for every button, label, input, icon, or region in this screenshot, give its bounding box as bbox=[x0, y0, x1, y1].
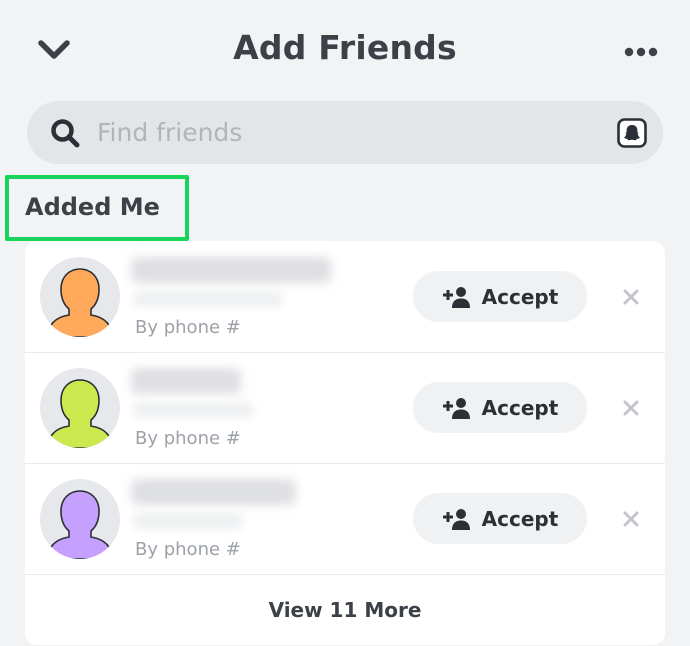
search-bar bbox=[27, 101, 663, 164]
blurred-username bbox=[133, 513, 243, 529]
request-source: By phone # bbox=[135, 317, 241, 338]
section-title: Added Me bbox=[25, 193, 160, 221]
more-horizontal-icon bbox=[624, 47, 658, 57]
blurred-display-name bbox=[131, 368, 241, 394]
blurred-username bbox=[133, 291, 283, 307]
accept-label: Accept bbox=[481, 395, 559, 420]
accept-label: Accept bbox=[481, 506, 559, 531]
blurred-display-name bbox=[131, 257, 331, 283]
add-friend-icon bbox=[442, 507, 472, 531]
friend-request-row: By phone # Accept bbox=[25, 463, 665, 575]
dismiss-button[interactable] bbox=[619, 396, 643, 420]
friend-request-row: By phone # Accept bbox=[25, 352, 665, 464]
add-friend-icon bbox=[442, 396, 472, 420]
avatar bbox=[40, 257, 120, 337]
blurred-display-name bbox=[131, 479, 296, 505]
close-icon bbox=[623, 400, 639, 416]
snapcode-button[interactable] bbox=[615, 116, 649, 150]
search-icon bbox=[47, 115, 83, 151]
accept-button[interactable]: Accept bbox=[413, 382, 587, 433]
page-title: Add Friends bbox=[233, 28, 457, 67]
header: Add Friends bbox=[0, 0, 690, 100]
request-source: By phone # bbox=[135, 428, 241, 449]
view-more-button[interactable]: View 11 More bbox=[25, 574, 665, 645]
request-source: By phone # bbox=[135, 539, 241, 560]
friend-request-row: By phone # Accept bbox=[25, 241, 665, 353]
accept-button[interactable]: Accept bbox=[413, 271, 587, 322]
add-friend-icon bbox=[442, 285, 472, 309]
avatar bbox=[40, 368, 120, 448]
search-input[interactable] bbox=[95, 117, 615, 148]
accept-label: Accept bbox=[481, 284, 559, 309]
close-icon bbox=[623, 289, 639, 305]
avatar bbox=[40, 479, 120, 559]
add-friends-screen: Add Friends Added Me bbox=[0, 0, 690, 646]
snapcode-icon bbox=[617, 117, 647, 148]
dismiss-button[interactable] bbox=[619, 285, 643, 309]
dismiss-button[interactable] bbox=[619, 507, 643, 531]
accept-button[interactable]: Accept bbox=[413, 493, 587, 544]
more-button[interactable] bbox=[618, 32, 664, 72]
blurred-username bbox=[133, 402, 253, 418]
close-icon bbox=[623, 511, 639, 527]
added-me-list: By phone # Accept By phone # Accept By p… bbox=[25, 241, 665, 645]
